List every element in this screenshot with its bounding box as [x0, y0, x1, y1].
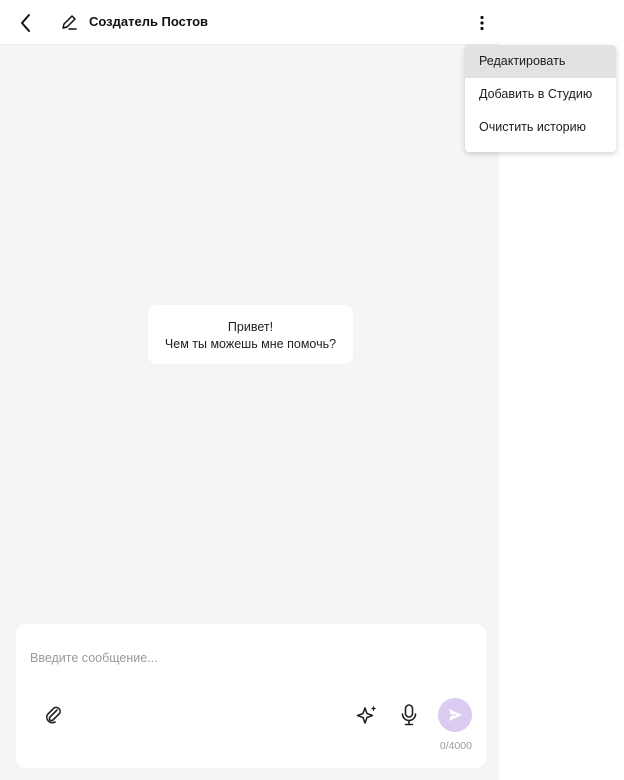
paperclip-icon: [46, 706, 61, 724]
send-button[interactable]: [438, 698, 472, 732]
voice-input-button[interactable]: [397, 701, 421, 729]
page-title: Создатель Постов: [89, 14, 209, 29]
message-composer: 0/4000: [16, 624, 486, 768]
pen-icon: [58, 10, 80, 34]
chat-app: Создатель Постов Привет! Чем ты можешь м…: [0, 0, 499, 780]
message-input[interactable]: [30, 646, 450, 670]
microphone-icon: [401, 704, 417, 726]
sparkle-icon: [356, 705, 377, 724]
ai-enhance-button[interactable]: [353, 701, 381, 729]
greeting-line-1: Привет!: [227, 320, 274, 334]
greeting-line-2: Чем ты можешь мне помочь?: [164, 337, 337, 351]
menu-item-edit[interactable]: Редактировать: [465, 45, 616, 78]
attach-button[interactable]: [40, 702, 66, 728]
chevron-left-icon: [21, 14, 30, 32]
menu-item-add-to-studio[interactable]: Добавить в Студию: [465, 78, 616, 111]
more-options-button[interactable]: [470, 9, 494, 37]
header-bar: Создатель Постов: [0, 0, 499, 45]
greeting-suggestion[interactable]: Привет! Чем ты можешь мне помочь?: [148, 305, 353, 364]
more-vertical-icon: [480, 15, 484, 31]
character-counter: 0/4000: [439, 740, 472, 752]
send-icon: [449, 709, 462, 721]
menu-item-clear-history[interactable]: Очистить историю: [465, 111, 616, 144]
back-button[interactable]: [12, 9, 40, 37]
options-dropdown-menu: Редактировать Добавить в Студию Очистить…: [465, 45, 616, 152]
